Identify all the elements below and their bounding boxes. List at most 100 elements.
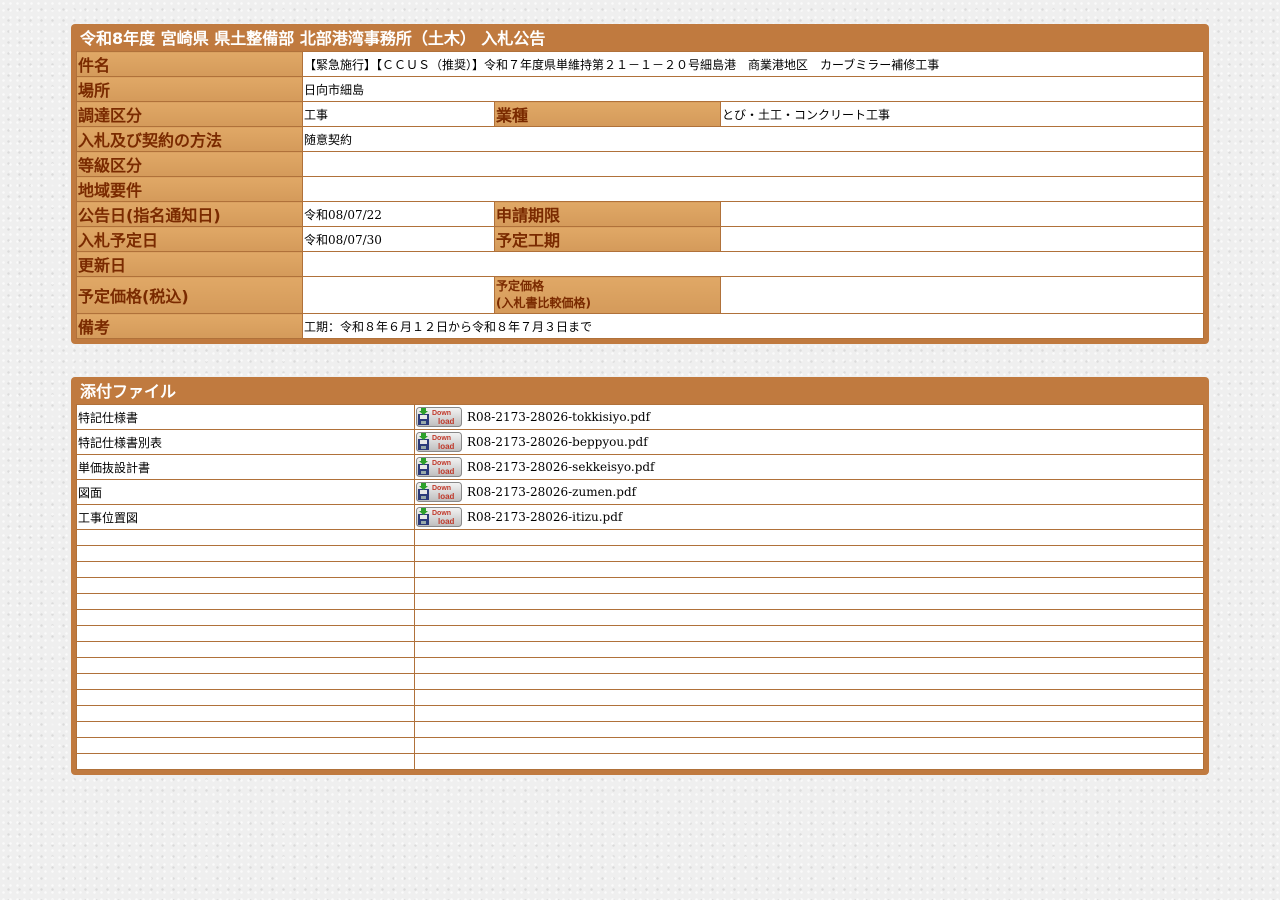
download-icon[interactable]: Download (416, 482, 462, 502)
empty-row (76, 577, 1204, 594)
region-value (302, 176, 1204, 202)
attachment-file: Down load R08-2173-28026-itizu.pdf (414, 504, 1204, 530)
method-value: 随意契約 (302, 126, 1204, 152)
empty-row (76, 721, 1204, 738)
attachment-name: 特記仕様書別表 (76, 429, 415, 455)
empty-row (76, 561, 1204, 578)
estimated-price-label: 予定価格(税込) (76, 276, 303, 314)
updated-date-label: 更新日 (76, 251, 303, 277)
announce-date-label: 公告日(指名通知日) (76, 201, 303, 227)
svg-text:Down: Down (432, 485, 451, 492)
empty-cell (414, 545, 1204, 562)
notes-label: 備考 (76, 313, 303, 339)
svg-text:Down: Down (432, 435, 451, 442)
empty-row (76, 545, 1204, 562)
work-period-label: 予定工期 (494, 226, 721, 252)
empty-cell (76, 577, 415, 594)
category-value: 工事 (302, 101, 495, 127)
grade-value (302, 151, 1204, 177)
empty-cell (414, 721, 1204, 738)
attachment-filename[interactable]: R08-2173-28026-zumen.pdf (467, 485, 636, 499)
comparison-price-label-line2: (入札書比較価格) (496, 296, 591, 310)
download-link[interactable]: Down load R08-2173-28026-itizu.pdf (416, 507, 622, 527)
download-link[interactable]: Down load R08-2173-28026-tokkisiyo.pdf (416, 407, 650, 427)
notice-table: 件名 【緊急施行】【ＣＣＵＳ（推奨）】令和７年度県単維持第２１－１－２０号細島港… (76, 51, 1204, 339)
empty-cell (414, 593, 1204, 610)
download-icon[interactable]: Download (416, 407, 462, 427)
empty-row (76, 529, 1204, 546)
empty-cell (76, 561, 415, 578)
category-label: 調達区分 (76, 101, 303, 127)
empty-cell (414, 577, 1204, 594)
empty-cell (76, 529, 415, 546)
grade-label: 等級区分 (76, 151, 303, 177)
svg-text:Down: Down (432, 410, 451, 417)
empty-cell (414, 609, 1204, 626)
table-row: 特記仕様書別表 Down load R08-2173-28026-beppyou.pd… (76, 429, 1204, 455)
download-link[interactable]: Down load R08-2173-28026-zumen.pdf (416, 482, 636, 502)
notes-value: 工期：令和８年６月１２日から令和８年７月３日まで (302, 313, 1204, 339)
svg-text:Down: Down (432, 460, 451, 467)
comparison-price-value (720, 276, 1204, 314)
method-label: 入札及び契約の方法 (76, 126, 303, 152)
empty-cell (414, 625, 1204, 642)
empty-cell (414, 705, 1204, 722)
empty-row (76, 705, 1204, 722)
attachments-panel: 添付ファイル 特記仕様書 Down load R08-2173-28026-tokki… (71, 377, 1209, 775)
attachment-filename[interactable]: R08-2173-28026-beppyou.pdf (467, 435, 648, 449)
svg-text:load: load (438, 417, 455, 426)
attachment-name: 特記仕様書 (76, 404, 415, 430)
apply-deadline-value (720, 201, 1204, 227)
svg-text:load: load (438, 442, 455, 451)
empty-cell (76, 721, 415, 738)
empty-cell (414, 753, 1204, 770)
attachment-file: Down load R08-2173-28026-tokkisiyo.pdf (414, 404, 1204, 430)
empty-row (76, 657, 1204, 674)
table-row: 特記仕様書 Down load R08-2173-28026-tokkisiyo.pd… (76, 404, 1204, 430)
work-period-value (720, 226, 1204, 252)
subject-label: 件名 (76, 51, 303, 77)
empty-cell (76, 545, 415, 562)
attachment-name: 工事位置図 (76, 504, 415, 530)
empty-row (76, 753, 1204, 770)
empty-cell (76, 673, 415, 690)
attachment-file: Down load R08-2173-28026-zumen.pdf (414, 479, 1204, 505)
download-link[interactable]: Down load R08-2173-28026-beppyou.pdf (416, 432, 648, 452)
empty-cell (414, 737, 1204, 754)
attachment-filename[interactable]: R08-2173-28026-tokkisiyo.pdf (467, 410, 650, 424)
subject-value: 【緊急施行】【ＣＣＵＳ（推奨）】令和７年度県単維持第２１－１－２０号細島港 商業… (302, 51, 1204, 77)
location-label: 場所 (76, 76, 303, 102)
location-value: 日向市細島 (302, 76, 1204, 102)
empty-row (76, 609, 1204, 626)
region-label: 地域要件 (76, 176, 303, 202)
empty-row (76, 673, 1204, 690)
comparison-price-label-line1: 予定価格 (496, 279, 545, 293)
download-icon[interactable]: Download (416, 507, 462, 527)
bid-date-label: 入札予定日 (76, 226, 303, 252)
download-icon[interactable]: Download (416, 432, 462, 452)
empty-cell (76, 609, 415, 626)
empty-cell (76, 641, 415, 658)
empty-row (76, 689, 1204, 706)
apply-deadline-label: 申請期限 (494, 201, 721, 227)
attachment-name: 図面 (76, 479, 415, 505)
attachments-title: 添付ファイル (80, 382, 177, 401)
empty-cell (76, 753, 415, 770)
attachment-filename[interactable]: R08-2173-28026-itizu.pdf (467, 510, 622, 524)
svg-text:load: load (438, 492, 455, 501)
comparison-price-label: 予定価格 (入札書比較価格) (494, 276, 721, 314)
updated-date-value (302, 251, 1204, 277)
svg-text:load: load (438, 517, 455, 526)
table-row: 工事位置図 Down load R08-2173-28026-itizu.pdf (76, 504, 1204, 530)
download-link[interactable]: Down load R08-2173-28026-sekkeisyo.pdf (416, 457, 655, 477)
attachment-filename[interactable]: R08-2173-28026-sekkeisyo.pdf (467, 460, 655, 474)
empty-cell (76, 737, 415, 754)
attachment-name: 単価抜設計書 (76, 454, 415, 480)
empty-cell (414, 689, 1204, 706)
download-icon[interactable]: Download (416, 457, 462, 477)
industry-label: 業種 (494, 101, 721, 127)
table-row: 図面 Down load R08-2173-28026-zumen.pdf (76, 479, 1204, 505)
empty-cell (76, 705, 415, 722)
empty-row (76, 593, 1204, 610)
empty-row (76, 641, 1204, 658)
